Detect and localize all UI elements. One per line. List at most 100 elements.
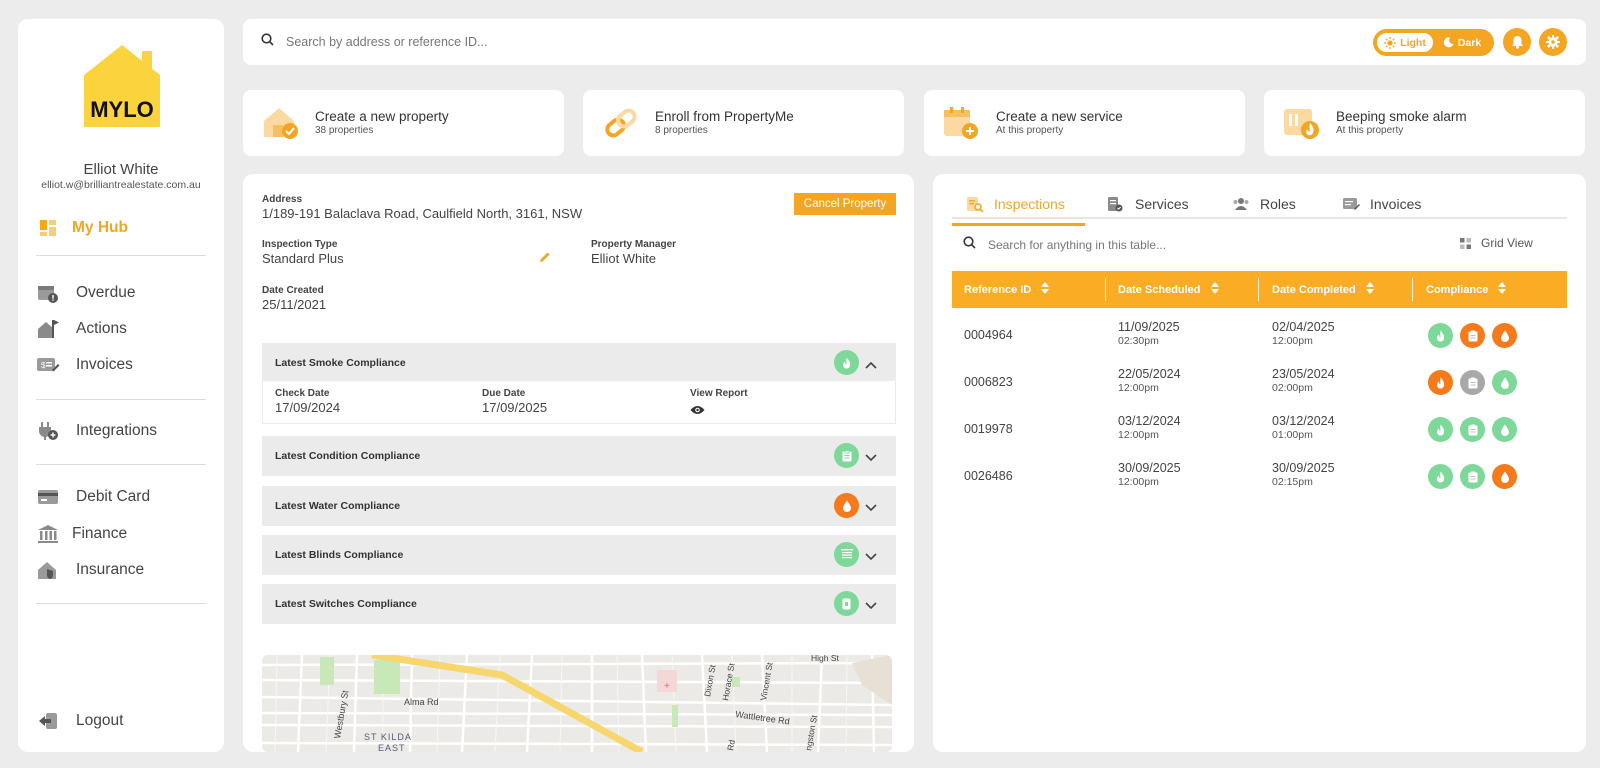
date-scheduled-cell: 11/09/2025: [1118, 320, 1180, 334]
tab-services[interactable]: Services: [1107, 191, 1189, 217]
clipboard-icon[interactable]: [1460, 370, 1485, 395]
blinds-compliance-accordion[interactable]: Latest Blinds Compliance: [262, 535, 896, 575]
grid-view-toggle[interactable]: Grid View: [1460, 236, 1533, 250]
sort-icon: [1365, 282, 1374, 297]
invoice-icon: [1342, 195, 1360, 213]
enroll-propertyme-card[interactable]: Enroll from PropertyMe 8 properties: [583, 90, 904, 156]
table-row[interactable]: 0006823 22/05/2024 12:00pm 23/05/2024 02:00p…: [952, 359, 1567, 406]
water-drop-icon[interactable]: [1492, 417, 1517, 442]
chevron-down-icon[interactable]: [865, 548, 877, 566]
sidebar-item-invoices[interactable]: $ Invoices: [36, 352, 133, 378]
theme-light-label: Light: [1400, 36, 1426, 49]
quick-action-title: Create a new service: [996, 109, 1123, 124]
flame-icon[interactable]: [1428, 323, 1453, 348]
property-manager-label: Property Manager: [591, 239, 677, 250]
beeping-smoke-alarm-card[interactable]: Beeping smoke alarm At this property: [1264, 90, 1585, 156]
time-scheduled-cell: 12:00pm: [1118, 382, 1159, 394]
smoke-compliance-accordion[interactable]: Latest Smoke Compliance: [262, 343, 896, 383]
sidebar-item-integrations[interactable]: Integrations: [36, 418, 157, 444]
bell-icon: [1511, 35, 1524, 49]
water-drop-icon[interactable]: [1492, 464, 1517, 489]
switches-compliance-accordion[interactable]: Latest Switches Compliance: [262, 584, 896, 624]
sidebar-item-actions[interactable]: Actions: [36, 316, 127, 342]
pencil-icon[interactable]: [539, 250, 551, 268]
flame-icon[interactable]: [1428, 464, 1453, 489]
blinds-icon: [834, 542, 859, 567]
clipboard-icon[interactable]: [1460, 323, 1485, 348]
logout-button[interactable]: Logout: [36, 708, 123, 734]
user-name: Elliot White: [83, 161, 159, 178]
address-label: Address: [262, 194, 303, 205]
date-scheduled-cell: 30/09/2025: [1118, 461, 1181, 475]
chevron-down-icon[interactable]: [865, 449, 877, 467]
condition-compliance-accordion[interactable]: Latest Condition Compliance: [262, 436, 896, 476]
sidebar-item-insurance[interactable]: Insurance: [36, 557, 144, 583]
table-row[interactable]: 0019978 03/12/2024 12:00pm 03/12/2024 01:00p…: [952, 406, 1567, 453]
inspection-icon: [966, 195, 984, 213]
chevron-down-icon[interactable]: [865, 597, 877, 615]
table-row[interactable]: 0026486 30/09/2025 12:00pm 30/09/2025 02:15p…: [952, 453, 1567, 500]
tab-roles[interactable]: Roles: [1232, 191, 1296, 217]
accordion-title: Latest Switches Compliance: [275, 598, 417, 610]
water-drop-icon[interactable]: [1492, 323, 1517, 348]
clipboard-icon[interactable]: [1460, 417, 1485, 442]
property-map[interactable]: + Alma Rd Westbury St ST KILDA EAST Dixo…: [262, 655, 892, 752]
property-details-panel: Address 1/189-191 Balaclava Road, Caulfi…: [243, 174, 914, 752]
date-created-label: Date Created: [262, 285, 324, 296]
sidebar-item-my-hub[interactable]: My Hub: [36, 215, 128, 241]
due-date-label: Due Date: [482, 388, 526, 399]
sidebar-item-overdue[interactable]: Overdue: [36, 280, 135, 306]
due-date-value: 17/09/2025: [482, 400, 548, 415]
flame-icon[interactable]: [1428, 417, 1453, 442]
sidebar-item-finance[interactable]: Finance: [36, 521, 127, 547]
reference-id-cell: 0006823: [964, 375, 1013, 389]
property-manager-value: Elliot White: [591, 251, 657, 266]
column-header-compliance[interactable]: Compliance: [1426, 271, 1507, 308]
tab-inspections[interactable]: Inspections: [952, 191, 1085, 226]
flame-icon[interactable]: [1428, 370, 1453, 395]
table-search-input[interactable]: [988, 238, 1288, 252]
address-value: 1/189-191 Balaclava Road, Caulfield Nort…: [262, 206, 583, 221]
create-property-card[interactable]: Create a new property 38 properties: [243, 90, 564, 156]
date-completed-cell: 03/12/2024: [1272, 414, 1335, 428]
logout-label: Logout: [76, 712, 124, 729]
house-shield-icon: [36, 559, 60, 581]
chevron-up-icon[interactable]: [865, 356, 877, 374]
tab-bar: Inspections Services Roles Invoices: [952, 185, 1567, 226]
water-compliance-accordion[interactable]: Latest Water Compliance: [262, 486, 896, 526]
theme-light-option[interactable]: Light: [1376, 32, 1434, 53]
flame-icon: [834, 350, 859, 375]
sun-icon: [1384, 36, 1397, 49]
create-service-card[interactable]: Create a new service At this property: [924, 90, 1245, 156]
column-header-label: Reference ID: [964, 283, 1032, 296]
tab-invoices[interactable]: Invoices: [1342, 191, 1421, 217]
column-header-date-completed[interactable]: Date Completed: [1272, 271, 1374, 308]
column-divider: [1258, 278, 1259, 301]
map-suburb-label: ST KILDA: [364, 732, 412, 742]
search-input[interactable]: [286, 35, 686, 49]
table-row[interactable]: 0004964 11/09/2025 02:30pm 02/04/2025 12:00p…: [952, 312, 1567, 359]
quick-action-subtitle: 8 properties: [655, 125, 708, 136]
sidebar-item-label: Overdue: [76, 284, 136, 301]
column-header-reference-id[interactable]: Reference ID: [964, 271, 1050, 308]
accordion-title: Latest Water Compliance: [275, 500, 401, 512]
gear-icon: [1546, 35, 1560, 49]
chevron-down-icon[interactable]: [865, 499, 877, 517]
eye-icon[interactable]: [690, 402, 705, 420]
accordion-title: Latest Condition Compliance: [275, 450, 421, 462]
theme-toggle: Light Dark: [1373, 29, 1494, 56]
mylo-logo[interactable]: MYLO: [78, 45, 166, 127]
water-drop-icon[interactable]: [1492, 370, 1517, 395]
cancel-property-button[interactable]: Cancel Property: [794, 193, 896, 215]
sidebar-item-debit-card[interactable]: Debit Card: [36, 484, 150, 510]
house-flag-icon: [36, 318, 60, 340]
notifications-button[interactable]: [1503, 28, 1531, 56]
clipboard-icon[interactable]: [1460, 464, 1485, 489]
inspection-type-value: Standard Plus: [262, 251, 344, 266]
logout-icon: [36, 710, 60, 732]
date-completed-cell: 02/04/2025: [1272, 320, 1335, 334]
link-icon: [601, 105, 641, 141]
theme-dark-option[interactable]: Dark: [1436, 32, 1488, 53]
settings-button[interactable]: [1539, 28, 1567, 56]
column-header-date-scheduled[interactable]: Date Scheduled: [1118, 271, 1219, 308]
